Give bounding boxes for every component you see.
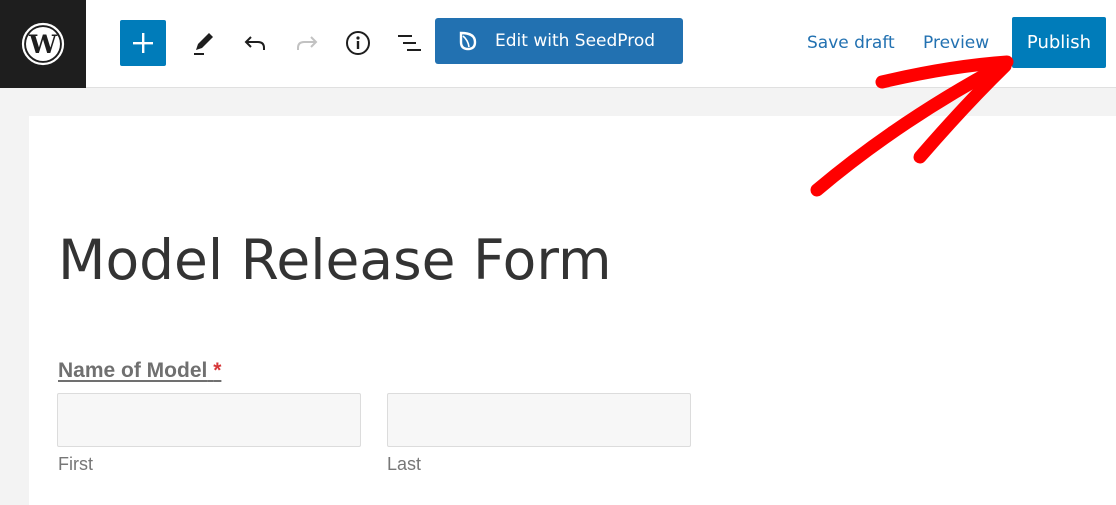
- plus-icon: [133, 33, 153, 53]
- publish-label: Publish: [1026, 32, 1092, 53]
- field-label-text: Name of Model: [58, 359, 208, 382]
- undo-icon: [244, 36, 265, 50]
- seedprod-label: Edit with SeedProd: [495, 31, 656, 51]
- field-label-name-of-model: Name of Model *: [58, 359, 221, 383]
- wordpress-logo-icon: W: [21, 22, 65, 66]
- edit-tool-button[interactable]: [188, 28, 218, 58]
- required-marker: *: [213, 359, 222, 382]
- details-button[interactable]: [343, 28, 373, 58]
- save-draft-button[interactable]: Save draft: [807, 33, 895, 53]
- seedprod-leaf-icon: [457, 30, 479, 52]
- list-view-button[interactable]: [394, 28, 424, 58]
- preview-button[interactable]: Preview: [923, 33, 989, 53]
- redo-icon: [297, 36, 318, 50]
- undo-button[interactable]: [240, 28, 270, 58]
- editor-header: W Edit with SeedProd Save draft Preview …: [0, 0, 1116, 88]
- first-name-sublabel: First: [58, 454, 93, 474]
- first-name-input[interactable]: [57, 393, 361, 447]
- list-view-icon: [398, 35, 421, 51]
- redo-button[interactable]: [292, 28, 322, 58]
- svg-text:W: W: [28, 30, 58, 59]
- wordpress-logo-button[interactable]: W: [0, 0, 86, 88]
- info-icon: [346, 31, 370, 55]
- page-title[interactable]: Model Release Form: [58, 228, 612, 292]
- edit-with-seedprod-button[interactable]: Edit with SeedProd: [435, 18, 683, 64]
- pencil-icon: [194, 33, 213, 55]
- add-block-button[interactable]: [120, 20, 166, 66]
- last-name-input[interactable]: [387, 393, 691, 447]
- editor-canvas: Model Release Form Name of Model * First…: [29, 116, 1116, 505]
- publish-button[interactable]: Publish: [1012, 17, 1106, 68]
- last-name-sublabel: Last: [387, 454, 422, 474]
